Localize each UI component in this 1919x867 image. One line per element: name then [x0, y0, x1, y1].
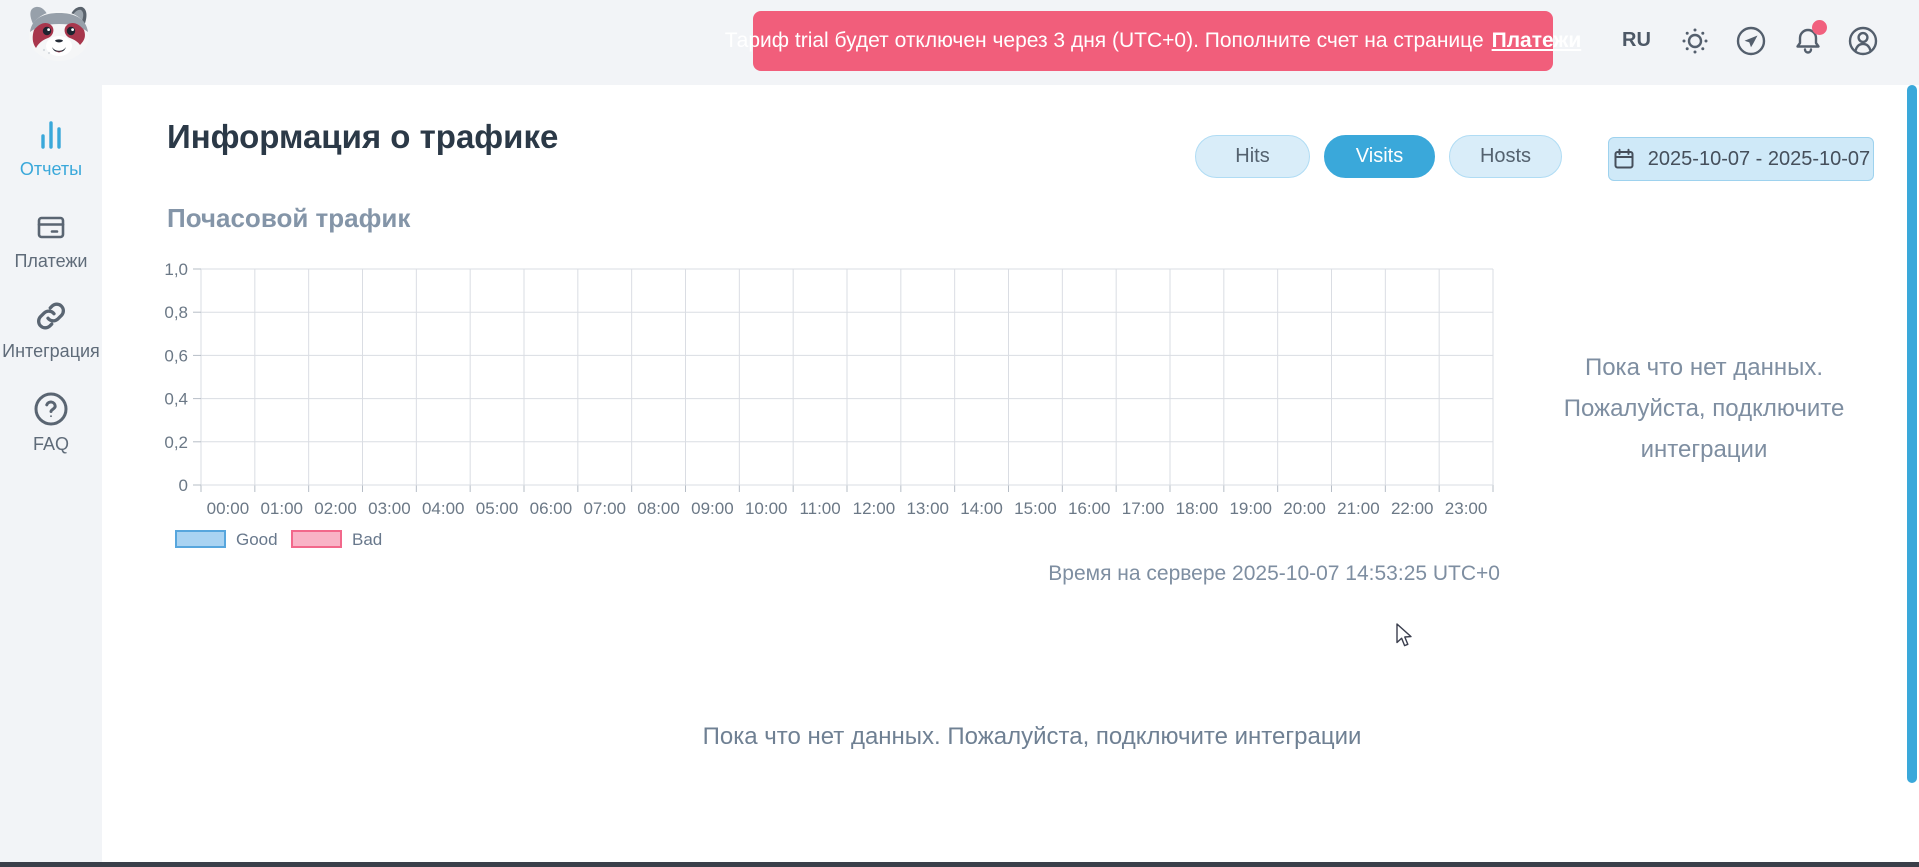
svg-text:16:00: 16:00	[1068, 499, 1111, 518]
sidebar-item-label: FAQ	[33, 434, 69, 455]
svg-text:0,6: 0,6	[164, 346, 188, 365]
notifications-button[interactable]	[1792, 25, 1824, 57]
svg-text:14:00: 14:00	[960, 499, 1003, 518]
link-icon	[33, 298, 69, 334]
svg-text:10:00: 10:00	[745, 499, 788, 518]
svg-text:13:00: 13:00	[906, 499, 949, 518]
svg-text:23:00: 23:00	[1445, 499, 1488, 518]
header: Тариф trial будет отключен через 3 дня (…	[0, 0, 1919, 85]
sidebar-item-label: Отчеты	[20, 159, 82, 180]
sidebar-item-integration[interactable]: Интеграция	[0, 298, 102, 362]
sidebar-item-reports[interactable]: Отчеты	[0, 118, 102, 180]
vertical-scrollbar[interactable]	[1907, 85, 1917, 783]
telegram-button[interactable]	[1735, 25, 1767, 57]
svg-text:18:00: 18:00	[1176, 499, 1219, 518]
profile-icon	[1847, 25, 1879, 57]
sidebar-item-payments[interactable]: Платежи	[0, 210, 102, 272]
svg-text:0,2: 0,2	[164, 433, 188, 452]
server-time: Время на сервере 2025-10-07 14:53:25 UTC…	[1048, 562, 1500, 586]
sidebar-item-label: Интеграция	[2, 341, 100, 362]
svg-text:06:00: 06:00	[530, 499, 573, 518]
svg-text:0,4: 0,4	[164, 390, 188, 409]
raccoon-logo[interactable]	[20, 4, 98, 62]
question-icon	[33, 391, 69, 427]
telegram-icon	[1735, 25, 1767, 57]
svg-text:0: 0	[179, 476, 188, 495]
svg-text:11:00: 11:00	[799, 499, 840, 518]
svg-text:05:00: 05:00	[476, 499, 519, 518]
page-empty-message: Пока что нет данных. Пожалуйста, подключ…	[132, 723, 1919, 751]
sidebar-item-faq[interactable]: FAQ	[0, 391, 102, 455]
chart-area: 1,0 0,8 0,6 0,4 0,2 0 00:00 01:00 02:00 03:00 04:0…	[160, 260, 1505, 560]
bar-chart-icon	[34, 118, 68, 152]
banner-text: Тариф trial будет отключен через 3 дня (…	[725, 29, 1484, 53]
svg-text:21:00: 21:00	[1337, 499, 1380, 518]
svg-text:09:00: 09:00	[691, 499, 734, 518]
notification-badge	[1812, 20, 1827, 35]
svg-text:07:00: 07:00	[583, 499, 626, 518]
language-button[interactable]: RU	[1622, 29, 1651, 52]
svg-text:00:00: 00:00	[207, 499, 250, 518]
svg-text:1,0: 1,0	[164, 260, 188, 279]
svg-text:0,8: 0,8	[164, 303, 188, 322]
bottom-bar	[0, 862, 1919, 867]
svg-text:04:00: 04:00	[422, 499, 465, 518]
svg-text:03:00: 03:00	[368, 499, 411, 518]
svg-text:01:00: 01:00	[260, 499, 303, 518]
payments-link[interactable]: Платежи	[1492, 29, 1582, 53]
date-range-picker[interactable]: 2025-10-07 - 2025-10-07	[1608, 137, 1874, 181]
main-content: Информация о трафике Hits Visits Hosts 2…	[102, 85, 1919, 867]
sidebar-item-label: Платежи	[14, 251, 87, 272]
sun-icon	[1679, 25, 1711, 57]
trial-alert-banner: Тариф trial будет отключен через 3 дня (…	[753, 11, 1553, 71]
sidebar: Отчеты Платежи Интеграция FAQ	[0, 85, 102, 867]
tab-hosts[interactable]: Hosts	[1449, 135, 1562, 178]
credit-card-icon	[34, 210, 68, 244]
tab-visits[interactable]: Visits	[1324, 135, 1435, 178]
date-range-label: 2025-10-07 - 2025-10-07	[1648, 148, 1870, 171]
tab-hits[interactable]: Hits	[1195, 135, 1310, 178]
svg-text:08:00: 08:00	[637, 499, 680, 518]
traffic-metric-tabs: Hits Visits Hosts	[1195, 135, 1562, 178]
svg-text:19:00: 19:00	[1229, 499, 1272, 518]
calendar-icon	[1612, 147, 1636, 171]
svg-text:Good: Good	[236, 530, 278, 549]
hourly-traffic-chart: 1,0 0,8 0,6 0,4 0,2 0 00:00 01:00 02:00 03:00 04:0…	[160, 260, 1505, 560]
theme-toggle-button[interactable]	[1679, 25, 1711, 57]
profile-button[interactable]	[1847, 25, 1879, 57]
svg-text:Bad: Bad	[352, 530, 382, 549]
svg-text:15:00: 15:00	[1014, 499, 1057, 518]
app: Тариф trial будет отключен через 3 дня (…	[0, 0, 1919, 867]
svg-text:22:00: 22:00	[1391, 499, 1434, 518]
svg-text:20:00: 20:00	[1283, 499, 1326, 518]
svg-text:12:00: 12:00	[853, 499, 896, 518]
svg-text:17:00: 17:00	[1122, 499, 1165, 518]
page-title: Информация о трафике	[167, 118, 558, 156]
chart-empty-message: Пока что нет данных. Пожалуйста, подключ…	[1554, 347, 1854, 470]
section-title: Почасовой трафик	[167, 203, 410, 234]
svg-text:02:00: 02:00	[314, 499, 357, 518]
